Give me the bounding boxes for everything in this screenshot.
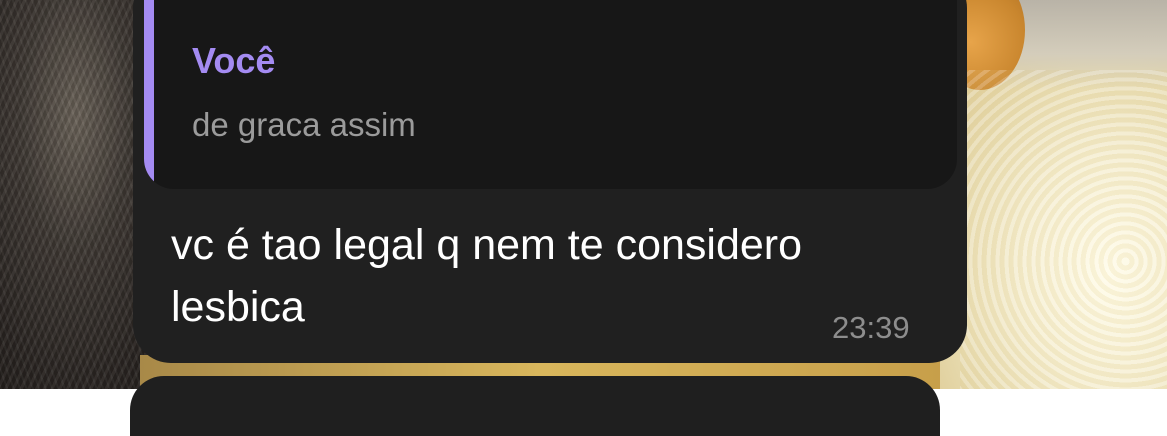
reply-text: de graca assim xyxy=(192,106,416,143)
next-message-bubble[interactable] xyxy=(130,376,940,436)
message-text: vc é tao legal q nem te considero lesbic… xyxy=(171,221,803,331)
message-timestamp: 23:39 xyxy=(832,310,910,345)
reply-accent-bar xyxy=(144,0,154,189)
reply-author: Você xyxy=(192,40,276,81)
reply-quote[interactable]: Você de graca assim xyxy=(144,0,957,189)
wallpaper-fluff-texture xyxy=(960,70,1167,389)
